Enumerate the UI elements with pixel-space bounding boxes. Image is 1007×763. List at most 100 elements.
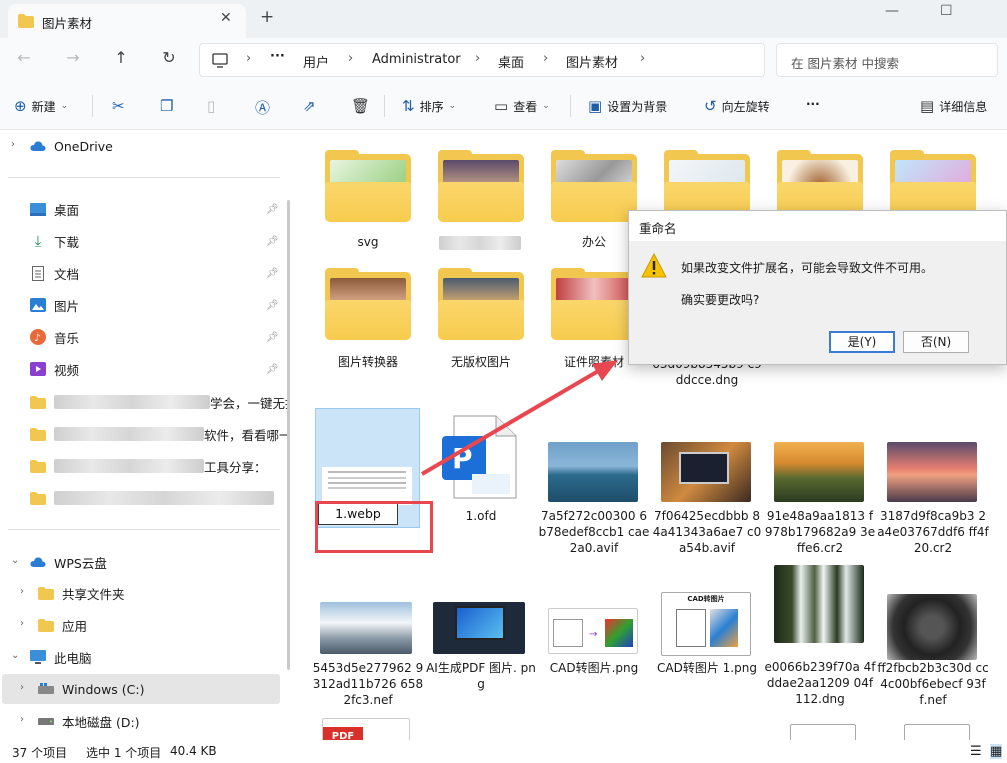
address-bar[interactable]: › ··· 用户 › Administrator › 桌面 › 图片素材 ›	[199, 43, 765, 77]
sidebar-item-music[interactable]: ♪ 音乐	[30, 322, 288, 352]
search-input[interactable]: 在 图片素材 中搜索	[776, 43, 998, 77]
sidebar-item-downloads[interactable]: ⤓ 下载	[30, 226, 288, 256]
chevron-right-icon[interactable]: ›	[20, 586, 24, 597]
rename-icon: Ⓐ	[255, 99, 271, 117]
details-button[interactable]: ▤ 详细信息	[920, 97, 987, 115]
tab-pictures[interactable]: 图片素材 ✕	[8, 4, 246, 38]
yes-button[interactable]: 是(Y)	[829, 331, 895, 353]
file-item[interactable]: ff2fbcb2b3c30d cc4c00bf6ebecf 93ff.nef	[877, 590, 989, 710]
view-button[interactable]: ▭ 查看 ⌄	[494, 97, 550, 115]
breadcrumb-users[interactable]: 用户	[303, 52, 329, 71]
folder-item[interactable]	[651, 150, 763, 222]
pin-icon[interactable]: 📌︎	[266, 364, 279, 375]
sidebar-item-pictures[interactable]: 图片	[30, 290, 288, 320]
blurred-text	[54, 491, 274, 505]
details-view-icon[interactable]: ☰	[970, 744, 982, 759]
image-thumbnail: CAD转图片	[661, 592, 751, 656]
sidebar-item-drive-d[interactable]: 本地磁盘 (D:)	[38, 706, 288, 736]
file-item[interactable]: AI生成PDF 图片. png	[425, 600, 537, 710]
cut-button[interactable]: ✂	[112, 97, 125, 115]
folder-item[interactable]	[425, 150, 537, 260]
new-button[interactable]: ⊕ 新建 ⌄	[14, 97, 68, 115]
sidebar-item-wps-cloud[interactable]: WPS云盘	[30, 547, 288, 577]
up-arrow-icon[interactable]: ↑	[109, 48, 133, 67]
paste-button[interactable]: ▯	[207, 97, 215, 115]
sidebar-scrollbar[interactable]	[287, 200, 290, 670]
sort-button[interactable]: ⇅ 排序 ⌄	[402, 97, 456, 115]
sidebar-item-desktop[interactable]: 桌面	[30, 194, 288, 224]
folder-item[interactable]: 图片转换器	[312, 268, 424, 378]
no-button[interactable]: 否(N)	[903, 331, 969, 353]
sidebar-item-blurred-folder[interactable]: 学会，一键无损压	[30, 387, 288, 417]
pin-icon[interactable]: 📌︎	[266, 268, 279, 279]
drive-icon	[38, 713, 54, 729]
sidebar-item-videos[interactable]: 视频	[30, 354, 288, 384]
chevron-down-icon: ⌄	[448, 101, 457, 111]
file-item[interactable]: 7f06425ecdbbb 84a41343a6ae7 c0a54b.avif	[651, 440, 763, 555]
set-background-button[interactable]: ▣ 设置为背景	[588, 97, 667, 115]
sidebar-item-drive-c[interactable]: Windows (C:)	[38, 674, 288, 704]
minimize-button[interactable]: —	[885, 3, 899, 19]
sidebar-item-blurred-folder[interactable]: 工具分享：	[30, 451, 288, 481]
chevron-right-icon[interactable]: ›	[20, 618, 24, 629]
file-item[interactable]: 3187d9f8ca9b3 2a4e03767ddf6 ff4f20.cr2	[877, 440, 989, 555]
delete-button[interactable]: 🗑︎	[351, 97, 370, 115]
new-tab-button[interactable]: +	[260, 7, 274, 27]
chevron-down-icon[interactable]: ⌄	[11, 555, 19, 566]
sidebar-item-apps[interactable]: 应用	[38, 610, 288, 640]
breadcrumb-pictures[interactable]: 图片素材	[566, 52, 618, 71]
svg-text:P: P	[452, 442, 473, 475]
breadcrumb-more[interactable]: ···	[270, 49, 285, 64]
sidebar-item-documents[interactable]: 文档	[30, 258, 288, 288]
pin-icon[interactable]: 📌︎	[266, 236, 279, 247]
download-icon: ⤓	[34, 232, 42, 250]
file-icon[interactable]	[904, 724, 970, 740]
file-item[interactable]: 91e48a9aa1813 f978b179682a9 3effe6.cr2	[764, 440, 876, 555]
file-item[interactable]: 5453d5e277962 9312ad11b726 6582fc3.nef	[312, 600, 424, 710]
pin-icon[interactable]: 📌︎	[266, 300, 279, 311]
chevron-down-icon: ⌄	[542, 101, 550, 111]
sidebar-item-blurred-folder[interactable]: 软件，看看哪一个	[30, 419, 288, 449]
cloud-icon	[30, 138, 46, 154]
pin-icon[interactable]: 📌︎	[266, 204, 279, 215]
file-item[interactable]: e0066b239f70a 4fddae2aa1209 04f112.dng	[764, 565, 876, 710]
maximize-button[interactable]: ☐	[940, 3, 953, 19]
file-item[interactable]: → CAD转图片.png	[538, 600, 650, 710]
copy-button[interactable]: ❐	[160, 97, 173, 115]
chevron-right-icon[interactable]: ›	[20, 714, 24, 725]
file-name: 91e48a9aa1813 f978b179682a9 3effe6.cr2	[764, 509, 876, 555]
more-button[interactable]: ···	[806, 97, 820, 111]
sidebar-item-this-pc[interactable]: 此电脑	[30, 642, 288, 672]
file-item[interactable]: 7a5f272c00300 6b78edef8ccb1 cae2a0.avif	[538, 440, 650, 555]
pdf-file-icon[interactable]: PDF	[322, 718, 410, 740]
sidebar-item-onedrive[interactable]: OneDrive	[30, 131, 288, 161]
rotate-left-button[interactable]: ↺ 向左旋转	[704, 97, 770, 115]
sidebar-item-blurred-folder[interactable]	[30, 483, 288, 513]
divider	[384, 95, 385, 117]
rename-button[interactable]: Ⓐ	[255, 97, 270, 118]
file-item[interactable]: P 1.ofd	[425, 414, 537, 524]
chevron-down-icon[interactable]: ⌄	[11, 650, 19, 661]
folder-item[interactable]	[877, 150, 989, 222]
file-item[interactable]: CAD转图片 CAD转图片 1.png	[651, 590, 763, 710]
close-tab-icon[interactable]: ✕	[220, 10, 232, 26]
breadcrumb-administrator[interactable]: Administrator	[372, 52, 461, 67]
chevron-right-icon: ›	[246, 51, 252, 66]
refresh-icon[interactable]: ↻	[157, 48, 181, 67]
large-icons-view-icon[interactable]: ▦	[990, 744, 1003, 759]
chevron-right-icon[interactable]: ›	[11, 139, 15, 150]
sidebar-item-shared-folder[interactable]: 共享文件夹	[38, 578, 288, 608]
folder-item[interactable]	[764, 150, 876, 222]
selection-size: 40.4 KB	[170, 744, 217, 758]
computer-icon	[30, 649, 46, 665]
sidebar-item-label: OneDrive	[54, 138, 113, 154]
pin-icon[interactable]: 📌︎	[266, 332, 279, 343]
share-button[interactable]: ⇗	[303, 97, 316, 115]
back-arrow-icon[interactable]: ←	[12, 48, 36, 67]
forward-arrow-icon[interactable]: →	[61, 48, 85, 67]
folder-item[interactable]: svg	[312, 150, 424, 260]
file-icon[interactable]	[790, 724, 856, 740]
breadcrumb-desktop[interactable]: 桌面	[498, 52, 524, 71]
chevron-right-icon[interactable]: ›	[20, 682, 24, 693]
folder-item[interactable]: 无版权图片	[425, 268, 537, 378]
